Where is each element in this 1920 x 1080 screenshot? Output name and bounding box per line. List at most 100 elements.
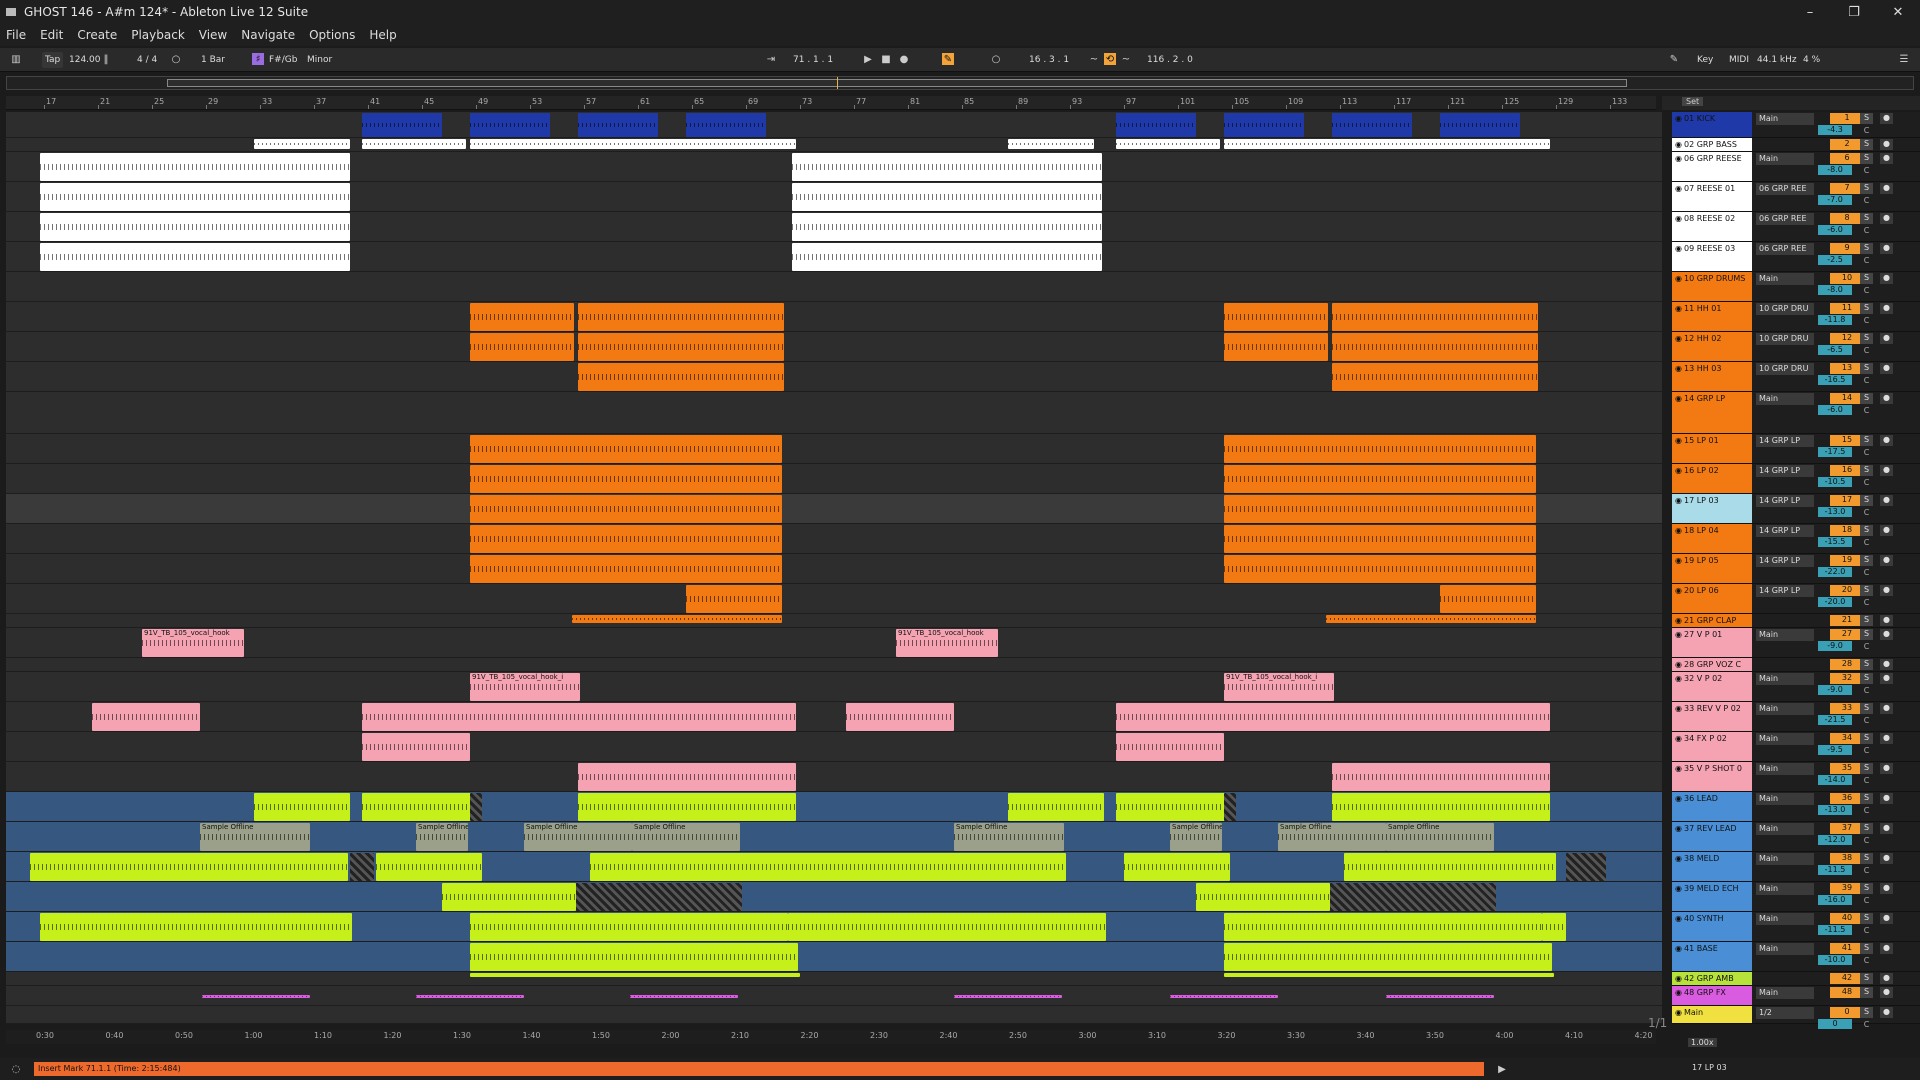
- clip[interactable]: [92, 703, 200, 731]
- metronome-icon[interactable]: ○: [170, 53, 182, 65]
- solo-button[interactable]: S: [1860, 555, 1873, 566]
- fold-icon[interactable]: ◉: [1675, 1008, 1682, 1017]
- clip[interactable]: [576, 883, 742, 911]
- arrangement-overview[interactable]: [6, 76, 1914, 90]
- beat-time-ruler[interactable]: 17 21 25 29 33 37 41 45 49 53 57 61 65 69 73 77 81 85 89 93…: [6, 96, 1681, 110]
- track-lane[interactable]: [6, 392, 1662, 434]
- track-name[interactable]: ◉ Main: [1672, 1006, 1752, 1023]
- fold-icon[interactable]: ◉: [1675, 944, 1682, 953]
- arm-icon[interactable]: ●: [1880, 615, 1893, 626]
- track-activator[interactable]: 14: [1830, 393, 1864, 404]
- clip[interactable]: [578, 113, 658, 137]
- fold-icon[interactable]: ◉: [1675, 274, 1682, 283]
- arm-icon[interactable]: ●: [1880, 363, 1893, 374]
- output-routing[interactable]: [1756, 973, 1814, 985]
- time-signature-field[interactable]: 4 / 4: [134, 52, 160, 68]
- track-activator[interactable]: 41: [1830, 943, 1864, 954]
- track-header[interactable]: ◉ 16 LP 02 14 GRP LP 16 S ● -10.5 C: [1672, 464, 1920, 494]
- clip[interactable]: [578, 333, 784, 361]
- arm-icon[interactable]: ●: [1880, 659, 1893, 670]
- solo-button[interactable]: S: [1860, 393, 1873, 404]
- track-name[interactable]: ◉ 39 MELD ECH: [1672, 882, 1752, 911]
- track-name[interactable]: ◉ 35 V P SHOT 0: [1672, 762, 1752, 791]
- volume-field[interactable]: -16.0: [1818, 895, 1852, 905]
- arrangement-position[interactable]: 71 . 1 . 1: [790, 52, 836, 68]
- track-header[interactable]: ◉ 02 GRP BASS 2 S ●: [1672, 138, 1920, 152]
- metronome-nudge-icon[interactable]: ‖: [100, 53, 112, 65]
- track-header[interactable]: ◉ Main 1/2 0 S ● 0 C: [1672, 1006, 1920, 1029]
- clip[interactable]: [1224, 793, 1236, 821]
- track-header[interactable]: ◉ 28 GRP VOZ C 28 S ●: [1672, 658, 1920, 672]
- solo-button[interactable]: S: [1860, 763, 1873, 774]
- menu-lines-icon[interactable]: ☰: [1898, 53, 1910, 65]
- output-routing[interactable]: 14 GRP LP: [1756, 555, 1814, 567]
- solo-button[interactable]: S: [1860, 659, 1873, 670]
- volume-field[interactable]: -9.0: [1818, 641, 1852, 651]
- track-name[interactable]: ◉ 32 V P 02: [1672, 672, 1752, 701]
- output-routing[interactable]: Main: [1756, 733, 1814, 745]
- clip[interactable]: [442, 883, 576, 911]
- clip[interactable]: Sample Offline: [200, 823, 310, 851]
- draw-mode-icon[interactable]: ✎: [1668, 53, 1680, 65]
- pan-center[interactable]: C: [1860, 376, 1873, 386]
- pan-center[interactable]: C: [1860, 226, 1873, 236]
- track-activator[interactable]: 16: [1830, 465, 1864, 476]
- clip[interactable]: [578, 793, 796, 821]
- track-header[interactable]: ◉ 06 GRP REESE Main 6 S ● -8.0 C: [1672, 152, 1920, 182]
- output-routing[interactable]: Main: [1756, 987, 1814, 999]
- solo-button[interactable]: S: [1860, 629, 1873, 640]
- track-name[interactable]: ◉ 17 LP 03: [1672, 494, 1752, 523]
- track-name[interactable]: ◉ 09 REESE 03: [1672, 242, 1752, 271]
- fold-icon[interactable]: ◉: [1675, 436, 1682, 445]
- volume-field[interactable]: -16.5: [1818, 375, 1852, 385]
- solo-button[interactable]: S: [1860, 213, 1873, 224]
- clip[interactable]: [362, 703, 796, 731]
- clip[interactable]: 91V_TB_105_vocal_hook: [896, 629, 998, 657]
- view-toggle-icon[interactable]: ▥: [10, 53, 22, 65]
- clip[interactable]: [470, 913, 788, 941]
- scroll-right-icon[interactable]: ▶: [1496, 1063, 1508, 1075]
- clip[interactable]: [470, 113, 550, 137]
- fold-icon[interactable]: ◉: [1675, 496, 1682, 505]
- output-routing[interactable]: Main: [1756, 943, 1814, 955]
- track-activator[interactable]: 11: [1830, 303, 1864, 314]
- output-routing[interactable]: [1756, 659, 1814, 671]
- fold-icon[interactable]: ◉: [1675, 734, 1682, 743]
- fold-icon[interactable]: ◉: [1675, 526, 1682, 535]
- output-routing[interactable]: Main: [1756, 913, 1814, 925]
- track-activator[interactable]: 21: [1830, 615, 1864, 626]
- output-routing[interactable]: Main: [1756, 673, 1814, 685]
- output-routing[interactable]: Main: [1756, 823, 1814, 835]
- pan-center[interactable]: C: [1860, 956, 1873, 966]
- output-routing[interactable]: Main: [1756, 113, 1814, 125]
- arm-icon[interactable]: ●: [1880, 303, 1893, 314]
- clip[interactable]: [792, 153, 1102, 181]
- track-name[interactable]: ◉ 02 GRP BASS: [1672, 138, 1752, 151]
- track-header[interactable]: ◉ 11 HH 01 10 GRP DRU 11 S ● -11.8 C: [1672, 302, 1920, 332]
- track-header[interactable]: ◉ 10 GRP DRUMS Main 10 S ● -8.0 C: [1672, 272, 1920, 302]
- clip[interactable]: [1440, 113, 1520, 137]
- fold-icon[interactable]: ◉: [1675, 824, 1682, 833]
- arm-icon[interactable]: ●: [1880, 525, 1893, 536]
- track-activator[interactable]: 36: [1830, 793, 1864, 804]
- track-lane[interactable]: [6, 112, 1662, 138]
- clip[interactable]: [1566, 853, 1606, 881]
- track-activator[interactable]: 38: [1830, 853, 1864, 864]
- solo-button[interactable]: S: [1860, 673, 1873, 684]
- arm-icon[interactable]: ●: [1880, 153, 1893, 164]
- scale-selector[interactable]: Minor: [304, 52, 335, 68]
- solo-button[interactable]: S: [1860, 823, 1873, 834]
- clip[interactable]: Sample Offline: [524, 823, 632, 851]
- clip[interactable]: [1224, 435, 1536, 463]
- track-header[interactable]: ◉ 20 LP 06 14 GRP LP 20 S ● -20.0 C: [1672, 584, 1920, 614]
- track-lane[interactable]: [6, 658, 1662, 672]
- arm-icon[interactable]: ●: [1880, 585, 1893, 596]
- output-routing[interactable]: [1756, 615, 1814, 627]
- clip[interactable]: [792, 183, 1102, 211]
- track-lane[interactable]: [6, 672, 1662, 702]
- maximize-button[interactable]: ❐: [1832, 0, 1876, 24]
- fold-icon[interactable]: ◉: [1675, 364, 1682, 373]
- track-activator[interactable]: 39: [1830, 883, 1864, 894]
- loop-start-field[interactable]: 16 . 3 . 1: [1026, 52, 1072, 68]
- volume-field[interactable]: -21.5: [1818, 715, 1852, 725]
